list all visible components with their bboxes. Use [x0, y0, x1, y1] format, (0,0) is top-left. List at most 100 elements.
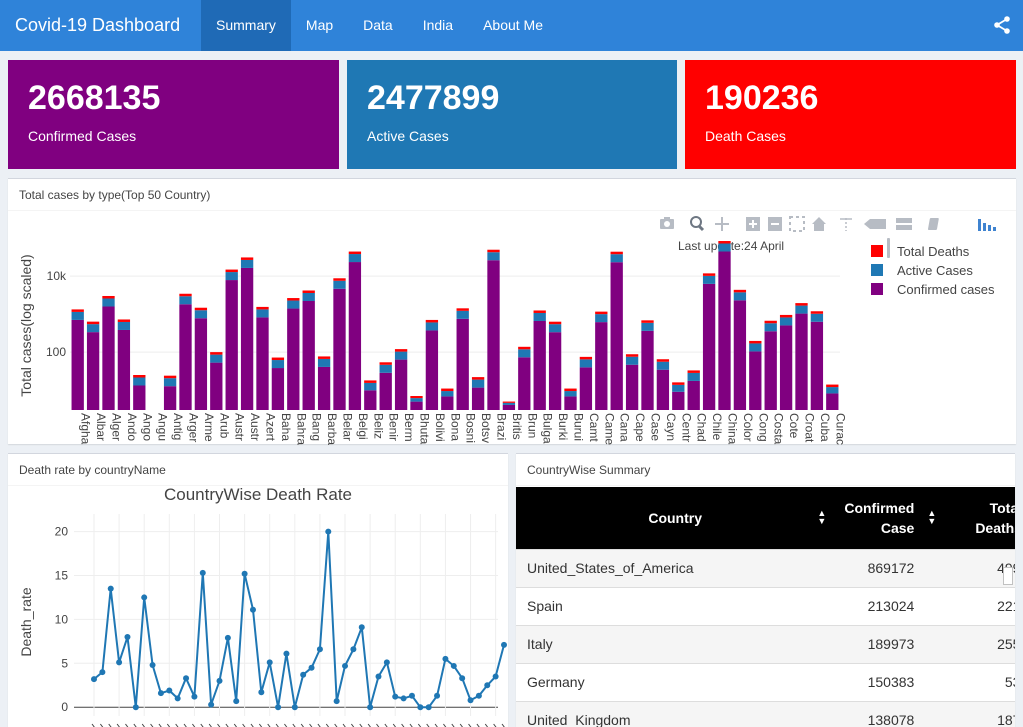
bar-confirmed — [102, 306, 115, 410]
x-tick-label: Angu — [156, 413, 170, 441]
data-point — [149, 662, 156, 669]
table-header-row: Country ▲▼ Confirmed Case ▲▼ Total Death… — [516, 487, 1015, 549]
legend-label: Total Deaths — [897, 244, 970, 259]
bar-confirmed — [702, 283, 716, 410]
table-row[interactable]: Spain21302422157 — [516, 586, 1015, 625]
bar-deaths — [795, 303, 808, 306]
bar-active — [102, 298, 115, 307]
bar-active — [487, 252, 500, 261]
data-point — [333, 698, 340, 705]
bar-active — [410, 398, 423, 402]
confirmed-value-box: 2668135 Confirmed Cases — [8, 60, 339, 169]
bar-deaths — [117, 319, 131, 322]
nav-tab-summary[interactable]: Summary — [201, 0, 291, 51]
data-point — [275, 704, 282, 711]
bar-confirmed — [240, 267, 254, 410]
bar-deaths — [256, 306, 269, 310]
data-point — [124, 633, 131, 640]
bar-chart[interactable]: 100 10k Total cases(log scaled) Last update… — [8, 211, 1016, 445]
x-tick-label: Curac — [833, 413, 847, 445]
nav-tab-data[interactable]: Data — [348, 0, 408, 51]
data-point — [199, 569, 206, 576]
bar-active — [379, 364, 392, 373]
x-tick-label: Croat — [803, 413, 817, 443]
y-tick-label: 10k — [47, 269, 67, 283]
x-tick-label: Albar — [94, 413, 108, 441]
x-tick-label: Burui — [572, 413, 586, 441]
table-container[interactable]: Country ▲▼ Confirmed Case ▲▼ Total Death… — [516, 487, 1015, 727]
data-point — [375, 673, 382, 680]
bar-deaths — [764, 320, 777, 324]
table-row[interactable]: United_Kingdom13807818738 — [516, 700, 1015, 727]
bar-confirmed — [225, 280, 238, 410]
line-chart-box-title: Death rate by countryName — [8, 454, 508, 486]
bar-confirmed — [779, 325, 793, 410]
bar-active — [548, 324, 562, 333]
table-box-title: CountryWise Summary — [516, 454, 1015, 486]
bar-deaths — [810, 311, 824, 314]
sort-icon[interactable]: ▲ ▼ — [927, 509, 936, 526]
nav-tab-india[interactable]: India — [408, 0, 468, 51]
share-icon[interactable] — [993, 16, 1011, 34]
cell-country: Germany — [516, 662, 835, 701]
confirmed-count: 2668135 — [28, 79, 161, 117]
x-tick-label: Bahra — [294, 413, 308, 445]
bar-deaths — [333, 278, 346, 281]
x-tick-label: Belgi — [356, 413, 370, 440]
bar-confirmed — [287, 308, 300, 410]
bar-confirmed — [533, 320, 546, 410]
col-deaths-label: Total Deaths — [975, 499, 1015, 536]
bar-deaths — [656, 359, 670, 362]
bar-confirmed — [302, 300, 315, 410]
x-tick-label: Cote — [787, 413, 801, 439]
bar-active — [163, 378, 177, 387]
cell-country: United_Kingdom — [516, 700, 835, 727]
bar-confirmed — [718, 251, 731, 410]
y-tick-label: 100 — [46, 345, 66, 359]
bar-active — [394, 351, 408, 360]
table-row[interactable]: Italy18997325549 — [516, 624, 1015, 663]
table-row[interactable]: Germany1503835321 — [516, 662, 1015, 701]
legend-swatch — [871, 264, 883, 276]
x-tick-label: Belar — [341, 413, 355, 441]
bar-confirmed — [579, 367, 593, 410]
deaths-label: Death Cases — [705, 128, 786, 144]
data-point — [141, 594, 148, 601]
bar-confirmed — [733, 300, 747, 410]
x-tick-label: Bolivi — [433, 413, 447, 442]
x-tick-label: Cape — [633, 413, 647, 442]
legend-label: Active Cases — [897, 263, 973, 278]
table-box: CountryWise Summary Country ▲ ▼ Confirmed… — [516, 453, 1015, 727]
bar-confirmed — [348, 262, 362, 410]
data-point — [233, 698, 240, 705]
y-axis-label: Total cases(log scaled) — [18, 254, 34, 396]
bar-confirmed — [456, 318, 469, 410]
bar-active — [533, 312, 546, 321]
bar-deaths — [579, 356, 593, 360]
line-chart[interactable]: CountryWise Death Rate 0 5 10 15 20 Death_rate — [8, 487, 508, 727]
table-scrollbar-thumb[interactable] — [1003, 567, 1013, 585]
x-tick-label: Arub — [217, 413, 231, 439]
data-point — [358, 624, 365, 631]
col-header-country[interactable]: Country ▲ ▼ — [516, 487, 834, 549]
nav-tab-map[interactable]: Map — [291, 0, 348, 51]
data-point — [116, 659, 123, 666]
bar-chart-box: Total cases by type(Top 50 Country) 100 1… — [8, 178, 1016, 445]
col-header-confirmed[interactable]: Confirmed Case ▲ ▼ — [834, 487, 944, 549]
x-tick-label: China — [726, 413, 740, 445]
bar-deaths — [271, 357, 285, 361]
bar-confirmed — [256, 317, 269, 410]
data-point — [99, 669, 106, 676]
bar-active — [333, 280, 346, 289]
brand-title[interactable]: Covid-19 Dashboard — [0, 0, 201, 51]
sort-icon[interactable]: ▲ ▼ — [817, 509, 826, 526]
nav-tab-about-me[interactable]: About Me — [468, 0, 558, 51]
table-row[interactable]: United_States_of_America86917249954 — [516, 548, 1015, 587]
col-header-deaths[interactable]: Total Deaths — [944, 487, 1015, 549]
cell-deaths: 25549 — [944, 624, 1015, 663]
data-point — [467, 697, 474, 704]
x-tick-label: Camt — [587, 413, 601, 442]
bar-active — [86, 324, 100, 333]
data-point — [107, 585, 114, 592]
bar-deaths — [394, 349, 408, 352]
